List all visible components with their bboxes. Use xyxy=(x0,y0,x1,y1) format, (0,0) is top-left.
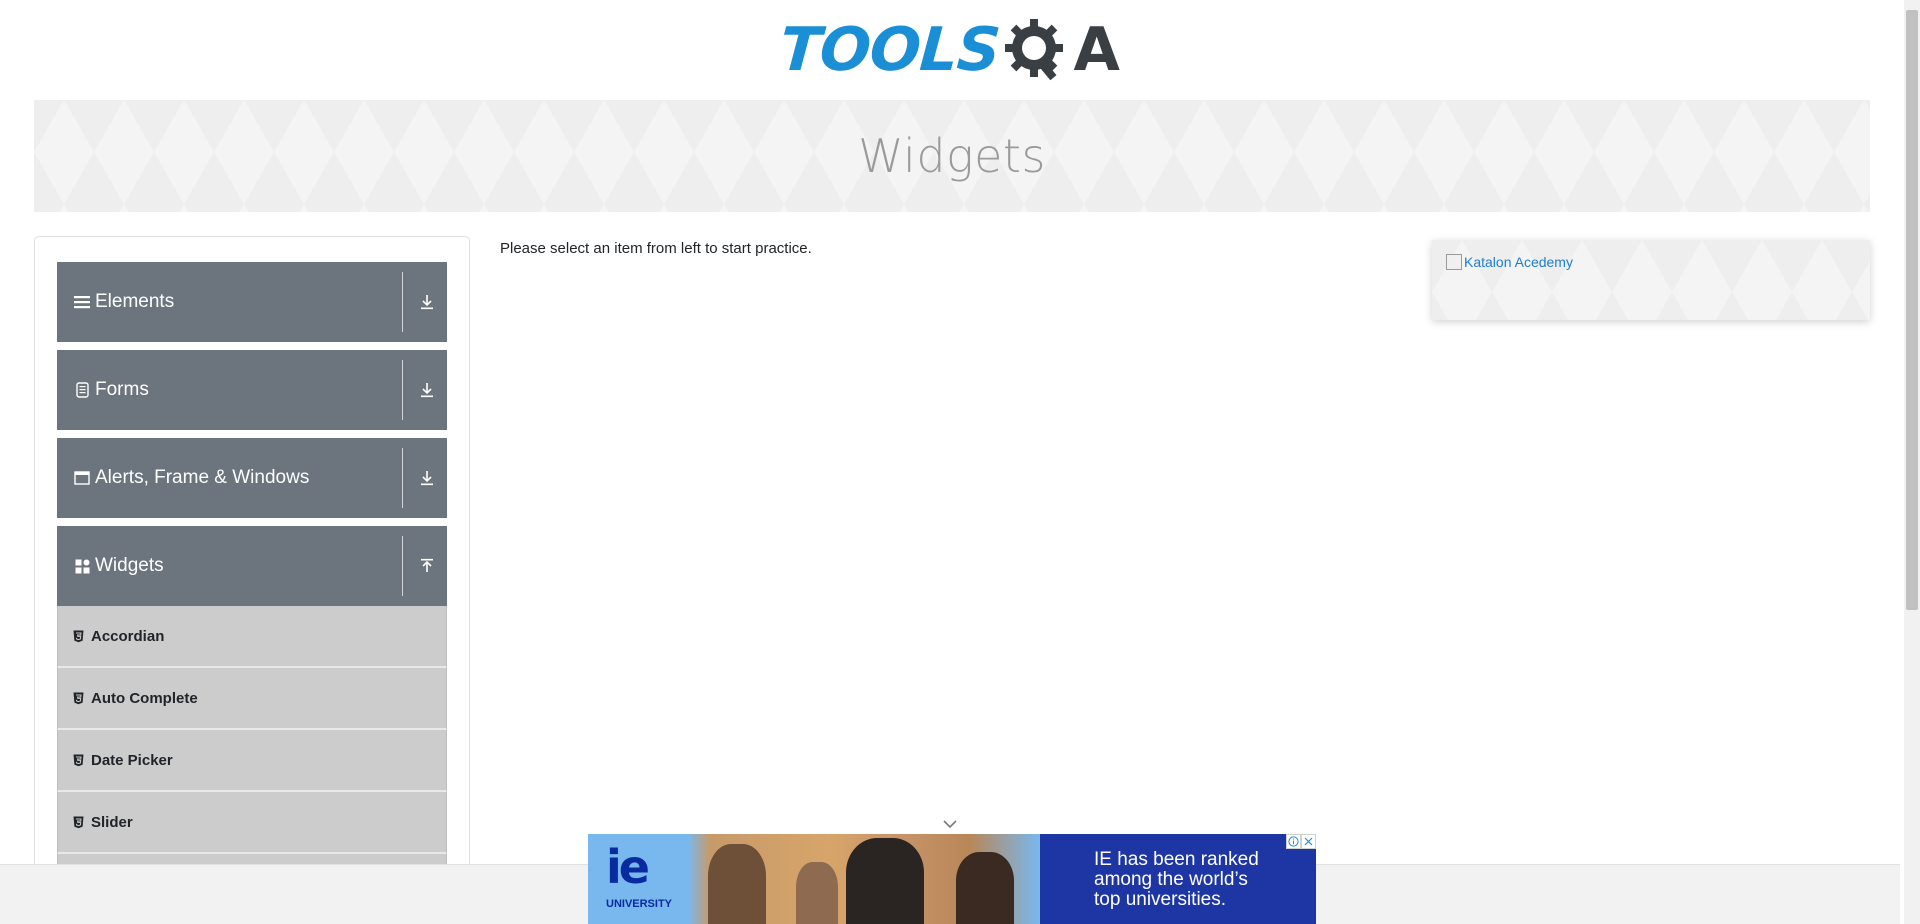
html5-icon xyxy=(71,690,85,706)
document-icon xyxy=(73,381,91,399)
submenu-item-label: Slider xyxy=(91,813,133,831)
scrollbar-thumb[interactable] xyxy=(1906,10,1918,610)
ad-close-icon[interactable] xyxy=(1301,834,1316,849)
broken-image-icon xyxy=(1446,254,1462,270)
submenu-item-label: Date Picker xyxy=(91,751,173,769)
upload-icon[interactable] xyxy=(415,554,439,578)
sidebar-group-label: Widgets xyxy=(95,555,164,576)
gear-magnifier-icon xyxy=(1005,19,1064,81)
ad-text-line: top universities. xyxy=(1094,889,1227,910)
page-title: Widgets xyxy=(858,129,1046,183)
html5-icon xyxy=(71,814,85,830)
sidebar-group-widgets: Widgets Accordian Auto Complete Date Pic… xyxy=(57,526,447,916)
divider xyxy=(402,448,403,508)
chevron-down-icon[interactable] xyxy=(942,818,958,830)
sidebar-group-label: Elements xyxy=(95,291,175,312)
logo-text-a: A xyxy=(1073,15,1120,85)
submenu-item-label: Accordian xyxy=(91,627,165,645)
sidebar-group-header-forms[interactable]: Forms xyxy=(57,350,447,430)
ad-text-line: IE has been ranked xyxy=(1094,849,1259,870)
sidebar-group-elements: Elements xyxy=(57,262,447,342)
download-icon[interactable] xyxy=(415,378,439,402)
page-banner: Widgets xyxy=(34,100,1870,212)
katalon-link-text: Katalon Acedemy xyxy=(1464,254,1573,270)
logo-text-tools: TOOLS xyxy=(777,15,1002,85)
ad-brand-sub: UNIVERSITY xyxy=(606,898,673,910)
divider xyxy=(402,536,403,596)
sidebar: Elements Forms Alerts, Frame & Windows W… xyxy=(34,236,470,924)
submenu-item-label: Auto Complete xyxy=(91,689,198,707)
sidebar-group-forms: Forms xyxy=(57,350,447,430)
submenu-item-accordian[interactable]: Accordian xyxy=(57,606,447,668)
header: TOOLS A xyxy=(0,0,1900,100)
sidebar-group-label: Forms xyxy=(95,379,149,400)
submenu-item-date-picker[interactable]: Date Picker xyxy=(57,730,447,792)
ad-brand: ie xyxy=(606,840,650,894)
ad-person xyxy=(708,844,766,924)
katalon-academy-link[interactable]: Katalon Acedemy xyxy=(1446,254,1573,270)
ad-controls xyxy=(1286,834,1316,849)
html5-icon xyxy=(71,628,85,644)
sidebar-group-header-alerts[interactable]: Alerts, Frame & Windows xyxy=(57,438,447,518)
vertical-scrollbar[interactable] xyxy=(1904,0,1920,924)
right-ad-box: Katalon Acedemy xyxy=(1432,240,1870,320)
grid-icon xyxy=(73,557,91,575)
ad-info-icon[interactable] xyxy=(1286,834,1301,849)
sidebar-group-label: Alerts, Frame & Windows xyxy=(95,467,310,488)
submenu-item-slider[interactable]: Slider xyxy=(57,792,447,854)
ad-banner[interactable]: ie UNIVERSITY IE has been ranked among t… xyxy=(588,834,1316,924)
toolsqa-logo[interactable]: TOOLS A xyxy=(777,10,1120,90)
download-icon[interactable] xyxy=(415,290,439,314)
instruction-text: Please select an item from left to start… xyxy=(500,240,812,257)
ad-person xyxy=(956,852,1014,924)
divider xyxy=(402,360,403,420)
sidebar-group-header-widgets[interactable]: Widgets xyxy=(57,526,447,606)
html5-icon xyxy=(71,752,85,768)
window-icon xyxy=(73,469,91,487)
submenu-item-auto-complete[interactable]: Auto Complete xyxy=(57,668,447,730)
page: TOOLS A Widgets Elements Forms Alerts, F… xyxy=(0,0,1920,924)
ad-text: IE has been ranked among the world’s top… xyxy=(1094,850,1259,910)
ad-person xyxy=(846,838,924,924)
ad-text-line: among the world’s xyxy=(1094,869,1248,890)
sidebar-group-alerts: Alerts, Frame & Windows xyxy=(57,438,447,518)
ad-person xyxy=(796,862,838,924)
hamburger-icon xyxy=(73,293,91,311)
divider xyxy=(402,272,403,332)
ad-logo-area: ie UNIVERSITY xyxy=(588,834,688,924)
download-icon[interactable] xyxy=(415,466,439,490)
ad-photo xyxy=(688,834,1040,924)
sidebar-group-header-elements[interactable]: Elements xyxy=(57,262,447,342)
